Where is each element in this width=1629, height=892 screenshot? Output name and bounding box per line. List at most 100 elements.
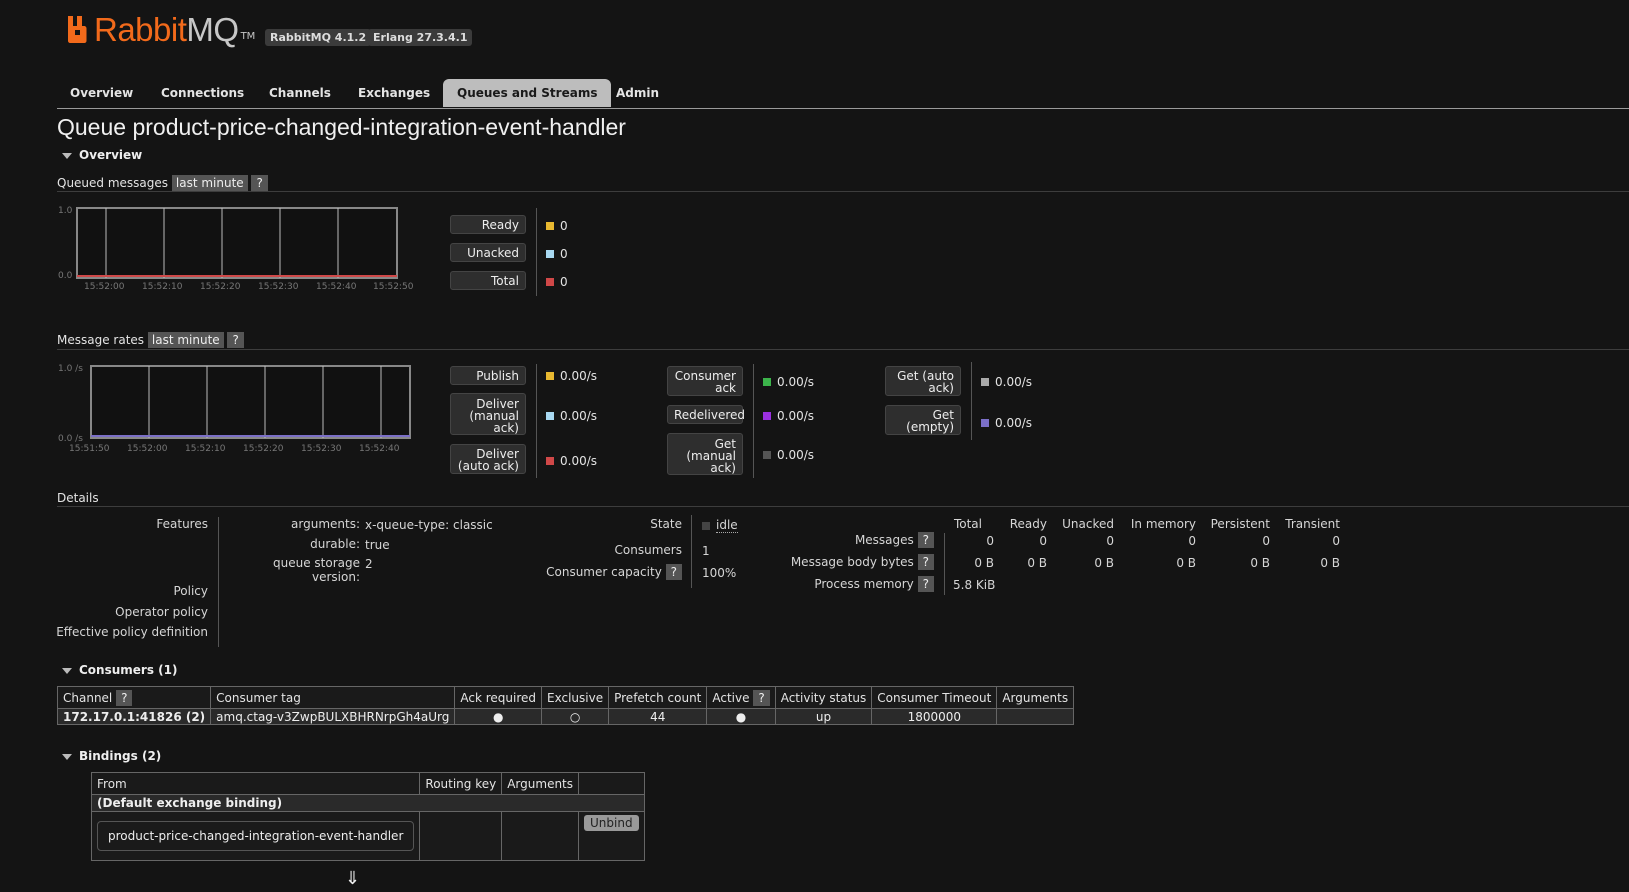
- table-row: product-price-changed-integration-event-…: [90, 811, 645, 861]
- queued-range-selector[interactable]: last minute: [171, 175, 248, 191]
- consumer-arguments: [996, 708, 1075, 725]
- consumer-channel-link[interactable]: 172.17.0.1:41826 (2): [56, 708, 212, 725]
- tab-channels[interactable]: Channels: [269, 79, 331, 107]
- rabbit-logo-icon: [68, 16, 87, 43]
- rates-x-tick: 15:52:10: [185, 444, 226, 454]
- queued-messages-header: Queued messages last minute ?: [57, 175, 268, 191]
- redelivered-color-swatch: [763, 412, 771, 420]
- legend-unacked-value: 0: [546, 247, 568, 261]
- bindings-table: From Routing key Arguments (Default exch…: [90, 772, 645, 861]
- bindings-section-toggle[interactable]: Bindings (2): [62, 749, 161, 763]
- legend-get-empty-label[interactable]: Get (empty): [885, 405, 961, 435]
- tab-admin[interactable]: Admin: [616, 79, 659, 107]
- rates-y-bottom: 0.0 /s: [58, 434, 83, 444]
- rates-range-selector[interactable]: last minute: [147, 332, 224, 348]
- feature-value: 2: [365, 557, 373, 571]
- logo-rabbit-text: Rabbit: [94, 11, 187, 48]
- get-auto-color-swatch: [981, 378, 989, 386]
- consumer-ack-rate-value: 0.00/s: [777, 375, 815, 389]
- process-memory-help-button[interactable]: ?: [917, 576, 934, 592]
- consumers-section-toggle[interactable]: Consumers (1): [62, 663, 177, 677]
- legend-total-label[interactable]: Total: [450, 271, 526, 290]
- rates-help-button[interactable]: ?: [227, 332, 244, 348]
- redelivered-rate-value: 0.00/s: [777, 409, 815, 423]
- col-consumer-timeout: Consumer Timeout: [871, 686, 998, 709]
- unacked-color-swatch: [546, 250, 554, 258]
- deliver-manual-rate-value: 0.00/s: [560, 409, 598, 423]
- col-from: From: [90, 772, 421, 795]
- messages-row-label: Messages ?: [780, 532, 934, 548]
- tab-connections[interactable]: Connections: [161, 79, 244, 107]
- col-ack-required: Ack required: [454, 686, 543, 709]
- consumers-label: Consumers: [614, 543, 682, 557]
- legend-deliver-auto-label[interactable]: Deliver (auto ack): [450, 444, 526, 474]
- unbind-button[interactable]: Unbind: [584, 815, 639, 831]
- legend-ready-value: 0: [546, 219, 568, 233]
- legend-ready-label[interactable]: Ready: [450, 215, 526, 234]
- legend-redelivered-label[interactable]: Redelivered: [667, 405, 745, 424]
- capacity-help-button[interactable]: ?: [665, 564, 682, 580]
- consumer-ack-color-swatch: [763, 378, 771, 386]
- overview-section-toggle[interactable]: Overview: [62, 148, 142, 162]
- legend-unacked-label[interactable]: Unacked: [450, 243, 526, 262]
- tab-queues-and-streams[interactable]: Queues and Streams: [443, 79, 612, 107]
- binding-arguments: [501, 811, 580, 861]
- consumer-capacity-label: Consumer capacity ?: [540, 564, 682, 580]
- state-label: State: [650, 517, 682, 531]
- feature-key: durable:: [310, 537, 360, 551]
- logo-trademark: TM: [240, 31, 256, 42]
- total-color-swatch: [546, 278, 554, 286]
- col-channel-text: Channel: [63, 690, 113, 705]
- col-action: [578, 772, 645, 795]
- legend-total-value: 0: [546, 275, 568, 289]
- legend-publish-label[interactable]: Publish: [450, 366, 526, 385]
- effective-policy-label: Effective policy definition: [56, 625, 208, 639]
- body-bytes-label-text: Message body bytes: [790, 555, 914, 569]
- get-empty-color-swatch: [981, 419, 989, 427]
- publish-rate: 0.00/s: [546, 369, 597, 383]
- queued-y-bottom: 0.0: [58, 271, 73, 281]
- col-binding-arguments: Arguments: [501, 772, 580, 795]
- msg-header-in-memory: In memory: [1130, 517, 1196, 531]
- tab-overview[interactable]: Overview: [70, 79, 133, 107]
- collapse-triangle-icon: [62, 667, 72, 674]
- consumer-tag: amq.ctag-v3ZwpBULXBHRNrpGh4aUrg: [210, 708, 456, 725]
- legend-consumer-ack-label[interactable]: Consumer ack: [667, 366, 743, 396]
- rabbitmq-logo[interactable]: RabbitMQ TM: [68, 12, 255, 46]
- legend-get-manual-label[interactable]: Get (manual ack): [667, 433, 743, 475]
- queued-help-button[interactable]: ?: [251, 175, 268, 191]
- page-title: Queue product-price-changed-integration-…: [57, 114, 626, 140]
- queued-x-tick: 15:52:40: [316, 282, 357, 292]
- msg-header-total: Total: [953, 517, 982, 531]
- get-manual-rate: 0.00/s: [763, 448, 814, 462]
- rates-x-tick: 15:52:30: [301, 444, 342, 454]
- state-value: idle: [702, 518, 738, 533]
- main-nav-tabs: Overview Connections Channels Exchanges …: [57, 79, 1629, 109]
- collapse-triangle-icon: [62, 753, 72, 760]
- rates-x-tick: 15:52:40: [359, 444, 400, 454]
- feature-value: x-queue-type: classic: [365, 518, 493, 532]
- channel-help-button[interactable]: ?: [116, 689, 133, 706]
- messages-help-button[interactable]: ?: [917, 532, 934, 548]
- consumer-timeout: 1800000: [871, 708, 998, 725]
- publish-rate-value: 0.00/s: [560, 369, 598, 383]
- queued-messages-title: Queued messages: [57, 176, 169, 190]
- deliver-auto-rate-value: 0.00/s: [560, 454, 598, 468]
- legend-deliver-manual-label[interactable]: Deliver (manual ack): [450, 393, 526, 435]
- feature-value: true: [365, 538, 390, 552]
- message-rates-header: Message rates last minute ?: [57, 332, 244, 348]
- legend-get-auto-label[interactable]: Get (auto ack): [885, 366, 961, 396]
- col-consumer-tag: Consumer tag: [210, 686, 456, 709]
- prefetch-count: 44: [608, 708, 708, 725]
- queued-x-tick: 15:52:10: [142, 282, 183, 292]
- col-active-text: Active: [712, 690, 750, 705]
- default-exchange-binding: (Default exchange binding): [91, 794, 645, 812]
- ack-required-indicator: ●: [454, 708, 543, 725]
- active-help-button[interactable]: ?: [753, 689, 770, 706]
- rates-x-tick: 15:51:50: [69, 444, 110, 454]
- state-text[interactable]: idle: [716, 518, 738, 533]
- rabbitmq-version-badge: RabbitMQ 4.1.2: [265, 29, 372, 46]
- tab-exchanges[interactable]: Exchanges: [358, 79, 430, 107]
- body-bytes-help-button[interactable]: ?: [917, 554, 934, 570]
- operator-policy-label: Operator policy: [115, 605, 208, 619]
